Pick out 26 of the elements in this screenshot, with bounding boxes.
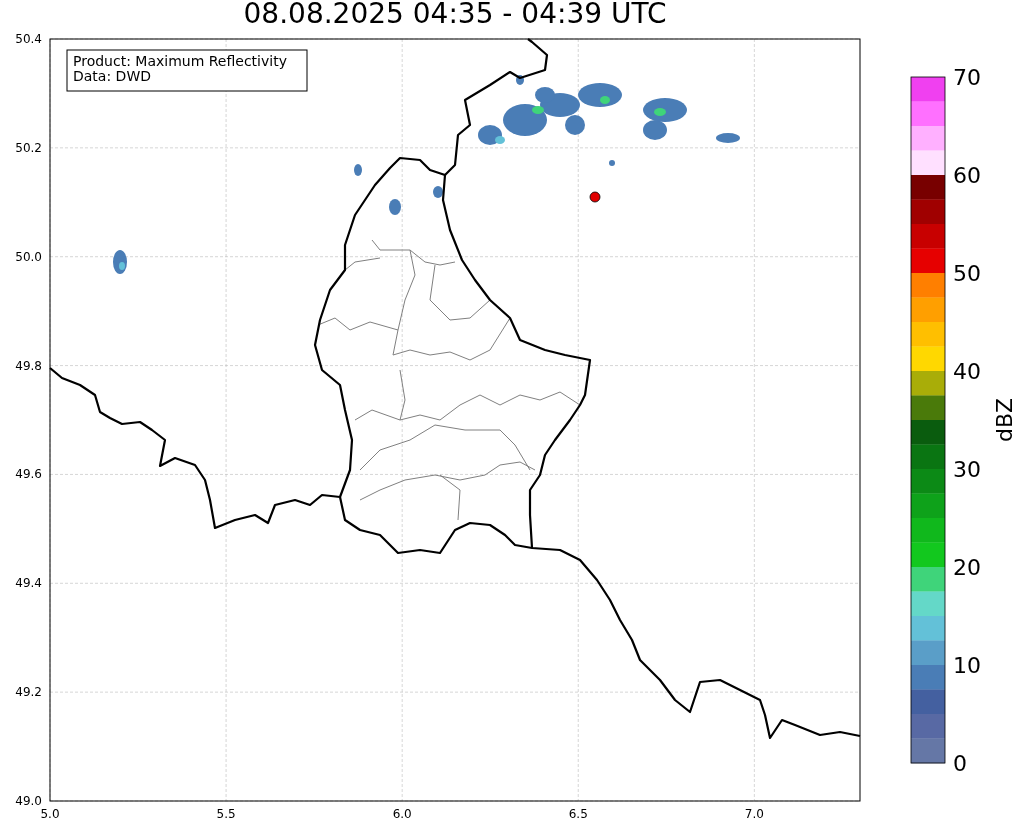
- y-tick-label: 49.2: [15, 685, 42, 700]
- y-tick-label: 50.2: [15, 140, 42, 155]
- y-tick-label: 49.0: [15, 794, 42, 808]
- legend-text: Product: Maximum Reflectivity: [73, 53, 287, 69]
- colorbar-tick-label: 40: [953, 359, 981, 384]
- x-tick-label: 6.0: [392, 807, 412, 821]
- colorbar-tick-label: 20: [953, 555, 981, 580]
- x-tick-label: 5.5: [216, 807, 236, 821]
- chart-title: 08.08.2025 04:35 - 04:39 UTC: [243, 0, 667, 30]
- colorbar-label: dBZ: [992, 397, 1017, 443]
- x-tick-label: 7.0: [744, 807, 764, 821]
- y-tick-label: 49.4: [15, 576, 42, 591]
- y-tick-label: 50.4: [15, 32, 42, 46]
- colorbar-tick-label: 10: [953, 653, 981, 678]
- location-marker-icon: [589, 191, 601, 203]
- x-tick-label: 5.0: [40, 807, 60, 821]
- colorbar-tick-label: 50: [953, 261, 981, 286]
- colorbar-tick-label: 60: [953, 163, 981, 188]
- y-tick-label: 49.8: [15, 358, 42, 373]
- colorbar-tick-label: 70: [953, 65, 981, 90]
- legend-text: Data: DWD: [73, 68, 151, 84]
- colorbar-tick-label: 30: [953, 457, 981, 482]
- colorbar-tick-label: 0: [953, 751, 967, 776]
- y-tick-label: 50.0: [15, 249, 42, 264]
- x-tick-label: 6.5: [568, 807, 588, 821]
- y-tick-label: 49.6: [15, 467, 42, 482]
